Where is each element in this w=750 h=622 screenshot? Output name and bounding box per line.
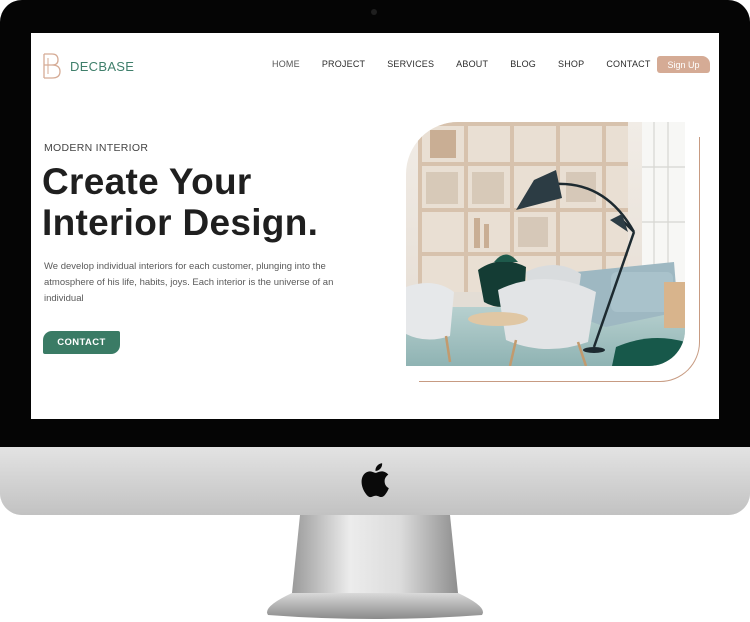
hero-headline: Create Your Interior Design. [42, 161, 382, 243]
b-monogram-icon [43, 53, 61, 79]
hero-description: We develop individual interiors for each… [44, 261, 334, 304]
nav-shop[interactable]: SHOP [558, 59, 584, 69]
headline-line-1: Create Your [42, 161, 252, 202]
nav-contact[interactable]: CONTACT [606, 59, 650, 69]
main-navigation: HOME PROJECT SERVICES ABOUT BLOG SHOP CO… [272, 59, 673, 69]
website-screen: DECBASE HOME PROJECT SERVICES ABOUT BLOG… [31, 33, 719, 419]
nav-project[interactable]: PROJECT [322, 59, 365, 69]
brand-logo[interactable]: DECBASE [41, 52, 134, 80]
nav-about[interactable]: ABOUT [456, 59, 488, 69]
interior-photo [406, 122, 685, 366]
contact-button[interactable]: CONTACT [43, 331, 120, 354]
nav-home[interactable]: HOME [272, 59, 300, 69]
apple-logo-icon [361, 463, 389, 498]
hero-eyebrow: MODERN INTERIOR [44, 142, 149, 154]
camera-icon [371, 9, 377, 15]
nav-services[interactable]: SERVICES [387, 59, 434, 69]
signup-button[interactable]: Sign Up [657, 56, 710, 73]
headline-line-2: Interior Design. [42, 202, 319, 243]
monitor-stand [267, 515, 483, 619]
nav-blog[interactable]: BLOG [510, 59, 536, 69]
brand-name: DECBASE [70, 58, 135, 74]
